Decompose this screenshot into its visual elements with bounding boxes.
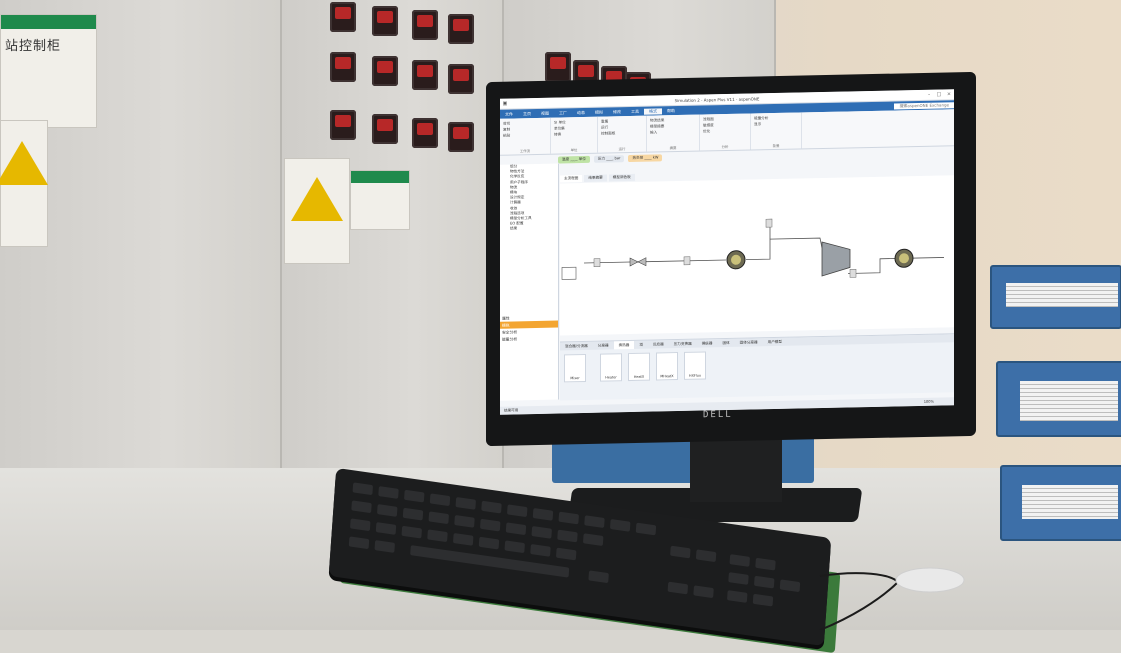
palette-item-mixer[interactable]: Mixer [564, 353, 586, 383]
palette-tab[interactable]: 反应器 [648, 340, 669, 348]
monitor-logo: DELL [703, 409, 733, 421]
stream-label-marker[interactable] [849, 269, 857, 278]
menu-view[interactable]: 视图 [536, 110, 554, 116]
ribbon-group-summary: 物流结果 模型摘要 输入 摘要 [647, 114, 700, 152]
palette-tab[interactable]: 塔 [634, 341, 648, 349]
green-label-sign [350, 170, 410, 230]
flowsheet-canvas[interactable] [560, 175, 954, 336]
menu-help[interactable]: 帮助 [662, 107, 680, 113]
ribbon-group-analysis: 流程图 敏感度 优化 分析 [700, 113, 751, 151]
menu-tools[interactable]: 工具 [626, 108, 644, 114]
minimize-icon[interactable]: – [924, 92, 934, 98]
palette-tab[interactable]: 操纵器 [697, 339, 718, 347]
process-flow-diagram [561, 218, 944, 280]
led-panel-middle [330, 2, 480, 152]
ribbon-group-workflow: 剪切 复制 粘贴 工作流 [500, 117, 551, 155]
cabinet-sign: 站控制柜 [0, 14, 97, 128]
maximize-icon[interactable]: □ [934, 91, 944, 98]
palette-item-heater[interactable]: Heater [600, 353, 622, 382]
menu-home[interactable]: 主页 [518, 111, 536, 117]
ribbon-group-units: SI 单位 单位集 转换 单位 [551, 116, 598, 154]
close-icon[interactable]: × [944, 91, 954, 97]
ribbon-group-label: 摘要 [669, 146, 677, 151]
warning-sign-left [0, 120, 48, 247]
nav-section-energy[interactable]: 能量分析 [500, 335, 558, 343]
palette-tabs: 混合器/分流器 分离器 换热器 塔 反应器 压力变换器 操纵器 固体 固体分离器… [560, 334, 954, 351]
palette-tab[interactable]: 固体分离器 [735, 338, 763, 347]
ribbon-item[interactable]: 输入 [650, 129, 696, 136]
menu-plant[interactable]: 工厂 [554, 110, 572, 116]
pressure-pill[interactable]: 压力 ____ bar [593, 154, 625, 163]
palette-item-label: Mixer [570, 376, 580, 381]
ribbon-group-label: 能量 [772, 143, 780, 149]
menu-simulation[interactable]: 模拟 [590, 109, 608, 115]
status-text: 结果可用 [504, 408, 519, 413]
ribbon-group-energy: 能量分析 显示 能量 [751, 112, 802, 150]
palette-item-label: HeatX [633, 374, 645, 379]
compressor-icon[interactable] [821, 241, 851, 277]
keyboard-cable [819, 567, 965, 630]
ribbon-item[interactable]: 粘贴 [503, 132, 547, 139]
palette-item-label: MHeatX [660, 374, 674, 379]
navigation-pane: 组分 物性方法 化学反应 用户子程序 物流 模块 设计规定 计算器 收敛 流程选… [500, 163, 559, 401]
monitor-screen: ▣ Simulation 2 - Aspen Plus V11 - aspenO… [500, 89, 954, 415]
menu-format[interactable]: 格式 [644, 107, 662, 115]
feed-block[interactable] [561, 266, 577, 280]
palette-tab[interactable]: 固体 [717, 339, 734, 347]
palette-tab[interactable]: 混合器/分流器 [560, 342, 593, 351]
stream-label-marker[interactable] [683, 256, 691, 266]
stream-label-marker[interactable] [593, 258, 601, 268]
search-input[interactable]: 搜索aspenONE Exchange [894, 101, 954, 109]
ribbon-item[interactable]: 转换 [554, 131, 594, 138]
high-voltage-icon [0, 141, 48, 185]
valve-icon[interactable] [629, 257, 647, 267]
menu-dynamics[interactable]: 动态 [572, 109, 590, 115]
warning-sign-middle [284, 158, 350, 264]
palette-tab-active[interactable]: 换热器 [613, 340, 635, 350]
ribbon-item[interactable]: 显示 [754, 121, 798, 128]
document-tray-stack [990, 265, 1121, 545]
ribbon-group-label: 工作流 [519, 149, 531, 154]
menu-modify[interactable]: 修改 [608, 109, 626, 115]
app-icon: ▣ [502, 100, 508, 107]
palette-item-hxflux[interactable]: HXFlux [684, 351, 706, 380]
ribbon-group-label: 单位 [570, 148, 578, 153]
palette-tab[interactable]: 压力变换器 [669, 340, 697, 349]
ribbon-group-label: 分析 [721, 144, 729, 150]
tab-results-summary[interactable]: 结果摘要 [584, 174, 607, 182]
ribbon-item[interactable]: 控制面板 [601, 130, 643, 137]
ribbon-group-label: 运行 [618, 147, 626, 152]
ribbon-item[interactable]: 优化 [703, 128, 747, 135]
tab-main-flowsheet[interactable]: 主流程图 [560, 175, 583, 183]
palette-item-heatx[interactable]: HeatX [628, 352, 650, 382]
palette-item-mheatx[interactable]: MHeatX [656, 352, 678, 381]
model-palette: 混合器/分流器 分离器 换热器 塔 反应器 压力变换器 操纵器 固体 固体分离器… [560, 333, 954, 401]
ribbon-group-run: 重置 运行 控制面板 运行 [598, 115, 647, 153]
high-voltage-icon-2 [291, 177, 343, 221]
tab-model-palette[interactable]: 模型调色板 [608, 173, 635, 182]
temperature-pill[interactable]: 温度 ____ 单位 [558, 155, 590, 164]
cabinet-sign-text: 站控制柜 [5, 39, 62, 54]
zoom-level[interactable]: 100% [924, 398, 934, 406]
menu-file[interactable]: 文件 [500, 111, 518, 117]
palette-item-label: Heater [605, 375, 617, 380]
nav-item[interactable]: 结果 [500, 226, 558, 232]
palette-item-label: HXFlux [689, 373, 701, 378]
palette-tab[interactable]: 用户模型 [763, 338, 787, 347]
palette-tab[interactable]: 分离器 [593, 341, 614, 349]
duty-pill[interactable]: 热负荷 ____ kW [628, 153, 663, 162]
stream-label-marker[interactable] [765, 218, 773, 228]
